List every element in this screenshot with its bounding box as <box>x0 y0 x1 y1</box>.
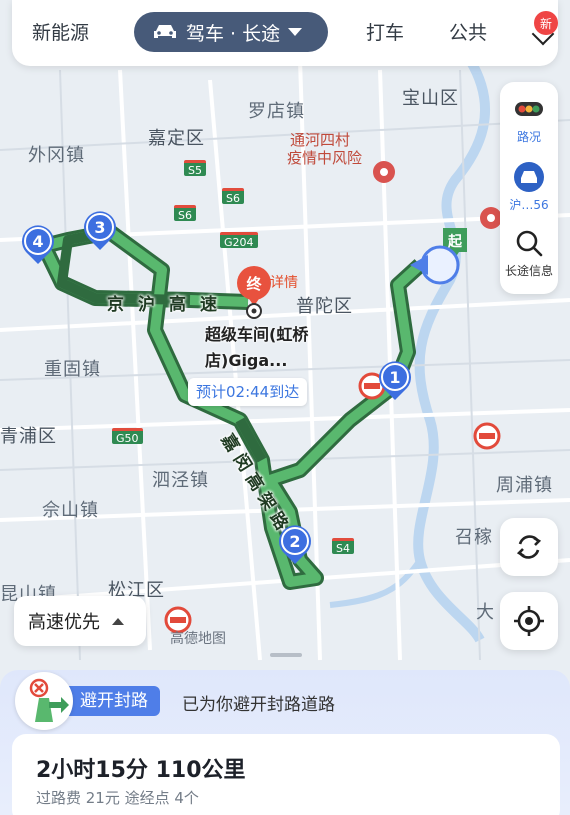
vehicle-plate-label: 沪…56 <box>509 198 549 212</box>
warning-gear-icon-center <box>380 168 388 176</box>
avoid-closure-tag: 避开封路 <box>62 686 160 716</box>
map-watermark: 高德地图 <box>170 631 226 647</box>
road-closure-avoid-icon <box>29 678 69 722</box>
place-label: 召稼 <box>455 527 493 548</box>
vehicle-icon <box>514 162 544 192</box>
vehicle-plate-button[interactable]: 沪…56 <box>500 160 558 218</box>
route-summary-card[interactable]: 2小时15分 110公里 过路费 21元 途经点 4个 <box>12 734 560 815</box>
route-duration-distance: 2小时15分 110公里 <box>36 758 246 783</box>
place-label: 佘山镇 <box>42 500 99 521</box>
driving-mode-selector[interactable]: 驾车 · 长途 <box>134 12 328 52</box>
caret-up-icon <box>112 617 124 625</box>
car-icon <box>154 25 176 38</box>
tab-taxi[interactable]: 打车 <box>366 18 404 45</box>
place-label: 宝山区 <box>402 88 459 109</box>
waypoint-label-3: 3 <box>94 218 105 237</box>
sheet-drag-handle[interactable] <box>270 653 302 657</box>
locate-me-button[interactable] <box>500 592 558 650</box>
highway-shield: S6 <box>222 188 244 205</box>
waypoint-label-4: 4 <box>32 232 43 251</box>
place-label: 大 <box>476 602 495 623</box>
road-closed-bar <box>479 433 495 439</box>
tab-new-energy[interactable]: 新能源 <box>32 18 89 45</box>
route-toll-waypoints: 过路费 21元 途经点 4个 <box>36 789 199 807</box>
waypoint-label-2: 2 <box>289 532 300 551</box>
highway-shield: S4 <box>332 538 354 555</box>
avoid-closure-text: 已为你避开封路道路 <box>182 695 335 715</box>
avoid-closure-icon <box>15 672 73 730</box>
new-badge: 新 <box>534 11 558 35</box>
road-closed-bar <box>170 617 186 623</box>
place-label: 周浦镇 <box>496 475 553 496</box>
traffic-light-icon <box>515 102 543 116</box>
search-icon <box>516 230 543 257</box>
place-label: 外冈镇 <box>28 145 85 166</box>
destination-detail-link[interactable]: 详情 <box>270 272 298 292</box>
warning-place-label: 通河四村 <box>290 131 351 149</box>
warning-gear-icon-center <box>487 214 495 222</box>
place-label: 罗店镇 <box>248 101 305 122</box>
long-trip-info-button[interactable]: 长途信息 <box>500 228 558 286</box>
route-preference-button[interactable]: 高速优先 <box>14 596 146 646</box>
river <box>413 57 490 643</box>
waypoint-label-1: 1 <box>389 368 400 387</box>
eta-label: 预计02:44到达 <box>188 378 308 406</box>
top-mode-bar: 新能源 驾车 · 长途 打车 公共 <box>12 0 558 66</box>
highway-shield: G50 <box>112 428 143 445</box>
highway-shield: G204 <box>220 232 258 249</box>
river-branch <box>329 558 423 608</box>
warning-text: 疫情中风险 <box>287 149 363 167</box>
caret-down-icon <box>288 28 303 36</box>
road-name-jinghu: 京沪高速 <box>107 295 231 315</box>
place-label: 青浦区 <box>0 426 57 447</box>
destination-dot-center <box>251 308 257 314</box>
place-label: 嘉定区 <box>148 128 205 149</box>
traffic-label: 路况 <box>516 130 541 144</box>
highway-shield: S5 <box>184 160 206 177</box>
place-label: 重固镇 <box>44 359 101 380</box>
locate-icon <box>514 606 544 636</box>
road-closed-bar <box>364 383 380 389</box>
highway-shield: S6 <box>174 205 196 222</box>
place-label: 泗泾镇 <box>152 470 209 491</box>
start-marker-label: 起 <box>447 233 463 250</box>
route-preference-label: 高速优先 <box>28 612 100 633</box>
destination-name[interactable]: 超级车间(虹桥店)Giga... <box>205 322 325 374</box>
end-marker-label: 终 <box>246 275 262 293</box>
refresh-icon <box>516 535 542 559</box>
route-line[interactable] <box>39 227 424 587</box>
map-tools-panel: 路况 沪…56 长途信息 <box>500 82 558 294</box>
tab-public[interactable]: 公共 <box>449 18 487 45</box>
long-trip-info-label: 长途信息 <box>504 264 553 278</box>
traffic-toggle[interactable]: 路况 <box>500 94 558 152</box>
place-label: 普陀区 <box>296 296 353 317</box>
refresh-route-button[interactable] <box>500 518 558 576</box>
driving-mode-label: 驾车 · 长途 <box>186 22 281 45</box>
